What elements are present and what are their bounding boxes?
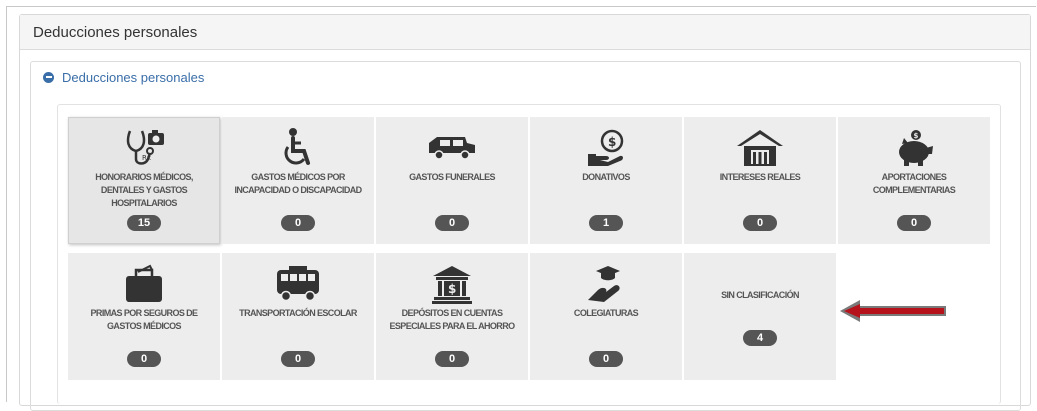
tile-label: HONORARIOS MÉDICOS, DENTALES Y GASTOS HO…	[95, 172, 193, 208]
tile-colegiaturas[interactable]: COLEGIATURAS 0	[530, 253, 682, 380]
section-title: Deducciones personales	[62, 69, 205, 85]
section-toggle[interactable]: Deducciones personales	[31, 62, 1020, 92]
count-badge: 0	[127, 351, 161, 367]
tile-gastos-funerales[interactable]: GASTOS FUNERALES 0	[376, 117, 528, 244]
tile-donativos[interactable]: $ DONATIVOS 1	[530, 117, 682, 244]
tile-label: GASTOS FUNERALES	[409, 172, 495, 182]
briefcase-icon	[119, 263, 169, 305]
tile-label: PRIMAS POR SEGUROS DE GASTOS MÉDICOS	[90, 308, 199, 331]
hearse-icon	[427, 127, 477, 169]
tile-label: TRANSPORTACIÓN ESCOLAR	[239, 308, 357, 318]
count-badge: 0	[435, 215, 469, 231]
svg-text:$: $	[608, 135, 616, 149]
count-badge: 0	[897, 215, 931, 231]
tile-sin-clasificacion[interactable]: SIN CLASIFICACIÓN 4	[684, 253, 836, 380]
house-icon	[735, 127, 785, 169]
svg-text:$: $	[914, 132, 919, 140]
tile-label: SIN CLASIFICACIÓN	[721, 290, 799, 300]
tile-gastos-incapacidad[interactable]: GASTOS MÉDICOS POR INCAPACIDAD O DISCAPA…	[222, 117, 374, 244]
tile-depositos-ahorro[interactable]: $ DEPÓSITOS EN CUENTAS ESPECIALES PARA E…	[376, 253, 528, 380]
count-badge: 1	[589, 215, 623, 231]
tile-honorarios-medicos[interactable]: Rx HONORARIOS MÉDICOS, DENTALES Y GASTOS…	[68, 117, 220, 244]
count-badge: 4	[743, 330, 777, 346]
hand-coin-icon: $	[581, 127, 631, 169]
tile-primas-seguros[interactable]: PRIMAS POR SEGUROS DE GASTOS MÉDICOS 0	[68, 253, 220, 380]
svg-text:Rx: Rx	[142, 154, 151, 162]
count-badge: 0	[281, 351, 315, 367]
count-badge: 0	[281, 215, 315, 231]
tiles-container: Rx HONORARIOS MÉDICOS, DENTALES Y GASTOS…	[57, 104, 1001, 404]
tile-label: DEPÓSITOS EN CUENTAS ESPECIALES PARA EL …	[389, 308, 515, 331]
bank-icon: $	[427, 263, 477, 305]
count-badge: 0	[435, 351, 469, 367]
tile-label: COLEGIATURAS	[573, 308, 639, 318]
stethoscope-camera-icon: Rx	[119, 127, 169, 169]
piggy-bank-icon: $	[889, 127, 939, 169]
panel-title: Deducciones personales	[20, 15, 1030, 50]
red-arrow-annotation	[840, 300, 946, 322]
tile-intereses-reales[interactable]: INTERESES REALES 0	[684, 117, 836, 244]
collapse-minus-icon[interactable]	[43, 71, 54, 83]
tile-label: DONATIVOS	[582, 172, 630, 182]
tile-label: INTERESES REALES	[719, 172, 801, 182]
count-badge: 0	[743, 215, 777, 231]
svg-text:$: $	[448, 282, 456, 296]
tile-aportaciones-complementarias[interactable]: $ APORTACIONES COMPLEMENTARIAS 0	[838, 117, 990, 244]
count-badge: 15	[127, 215, 161, 231]
count-badge: 0	[589, 351, 623, 367]
school-bus-icon	[273, 263, 323, 305]
wheelchair-icon	[273, 127, 323, 169]
tile-label: APORTACIONES COMPLEMENTARIAS	[872, 172, 956, 195]
deducciones-subpanel: Deducciones personales Rx HONORARIOS MÉD…	[30, 61, 1021, 411]
tile-transportacion-escolar[interactable]: TRANSPORTACIÓN ESCOLAR 0	[222, 253, 374, 380]
tile-label: GASTOS MÉDICOS POR INCAPACIDAD O DISCAPA…	[234, 172, 362, 195]
deducciones-panel: Deducciones personales Deducciones perso…	[19, 14, 1031, 411]
graduation-hand-icon	[581, 263, 631, 305]
